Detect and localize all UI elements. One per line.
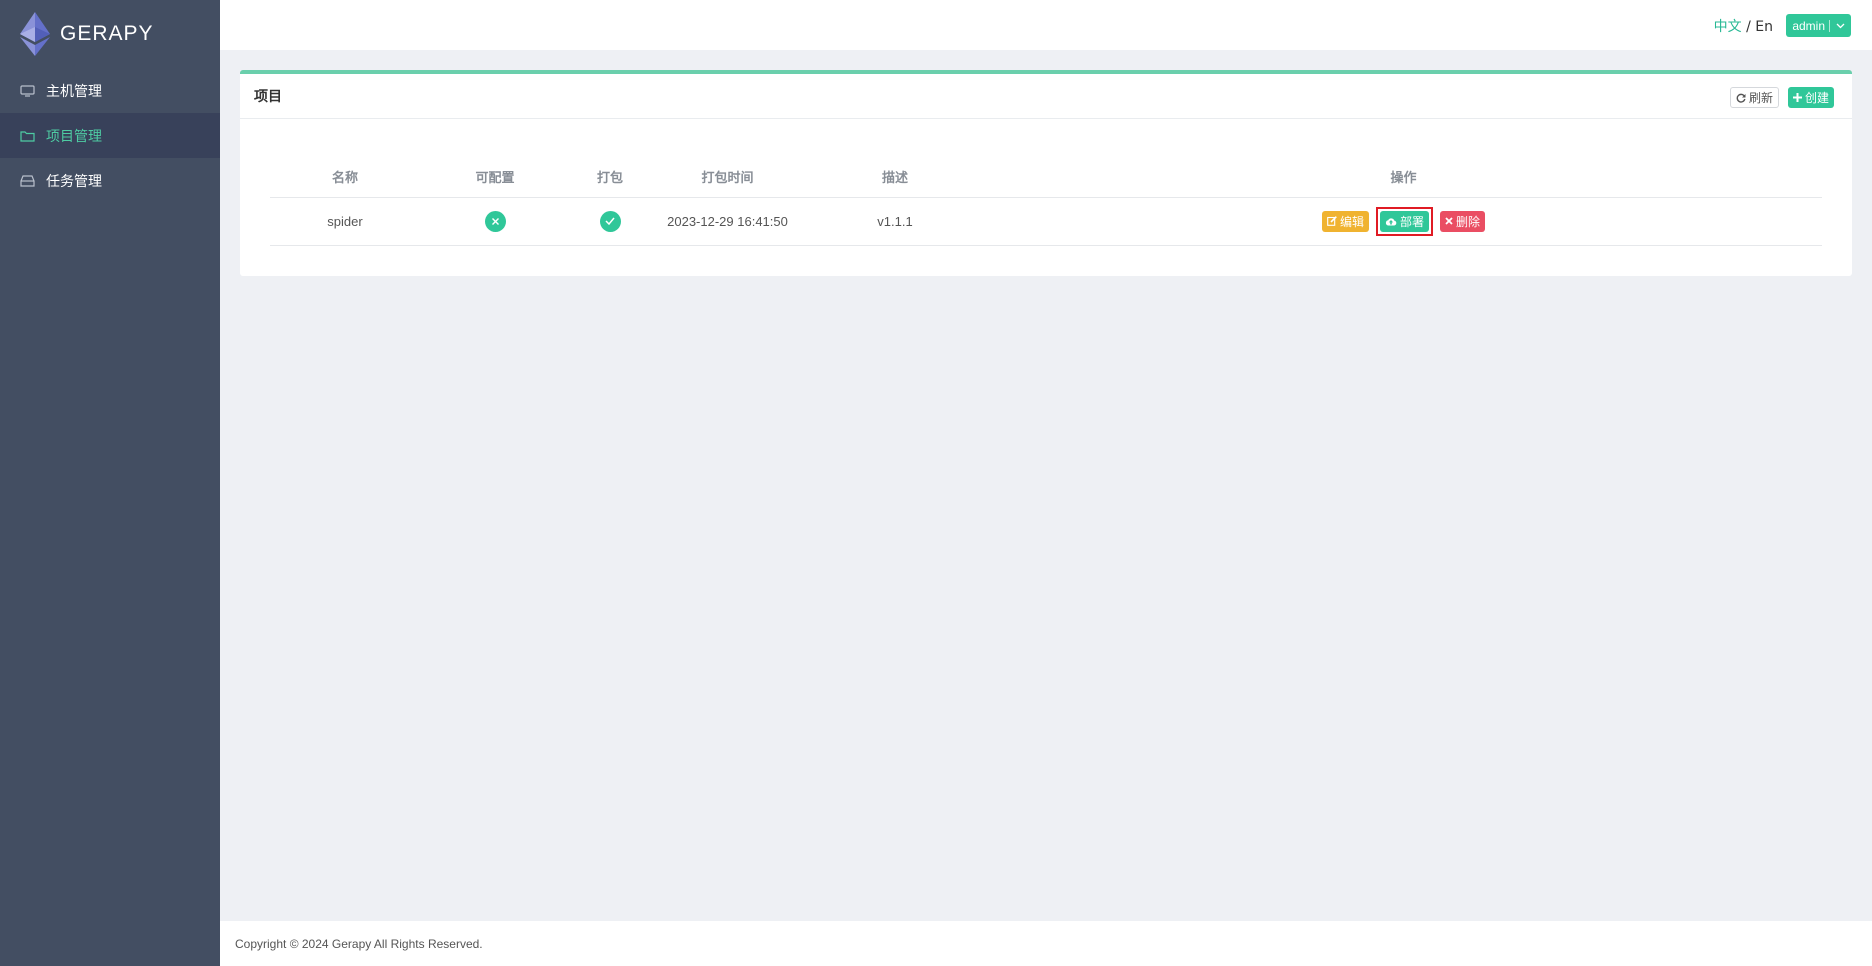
sidebar: GERAPY 主机管理 项目管理 任务管理: [0, 0, 220, 966]
sidebar-item-label: 任务管理: [46, 173, 102, 190]
table-header-row: 名称 可配置 打包 打包时间 描述 操作: [270, 157, 1822, 198]
row-actions: 编辑 部署 删除: [1321, 206, 1486, 236]
refresh-button[interactable]: 刷新: [1729, 87, 1779, 108]
inbox-icon: [20, 174, 35, 187]
refresh-label: 刷新: [1748, 91, 1773, 105]
sidebar-item-label: 项目管理: [46, 128, 102, 145]
check-circle-icon: [599, 210, 621, 232]
brand-name: GERAPY: [60, 22, 154, 45]
sidebar-item-label: 主机管理: [46, 83, 102, 100]
header-actions: 刷新 创建: [1729, 87, 1834, 108]
column-header-configurable: 可配置: [420, 157, 570, 198]
sidebar-item-projects[interactable]: 项目管理: [0, 113, 220, 158]
column-header-name: 名称: [270, 157, 420, 198]
footer: Copyright © 2024 Gerapy All Rights Reser…: [220, 921, 1872, 966]
built-at-cell: 2023-12-29 16:41:50: [650, 197, 805, 246]
deploy-label: 部署: [1399, 214, 1424, 229]
user-menu-button[interactable]: admin: [1786, 14, 1851, 37]
actions-cell: 编辑 部署 删除: [985, 197, 1822, 246]
edit-button[interactable]: 编辑: [1321, 210, 1369, 232]
lang-zh-link[interactable]: 中文: [1714, 19, 1742, 35]
ethereum-logo-icon: [20, 12, 50, 56]
page-title: 项目: [254, 89, 282, 105]
column-header-description: 描述: [805, 157, 985, 198]
sidebar-item-tasks[interactable]: 任务管理: [0, 158, 220, 203]
column-header-built-at: 打包时间: [650, 157, 805, 198]
monitor-icon: [20, 84, 35, 97]
folder-icon: [20, 130, 35, 142]
deploy-highlight: 部署: [1375, 206, 1433, 236]
description-cell: v1.1.1: [805, 197, 985, 246]
chevron-down-icon: [1836, 23, 1845, 28]
delete-label: 删除: [1456, 214, 1481, 229]
projects-card: 项目 刷新 创建 名称 可配置 打包 打包时间 描述 操作 spider 202…: [240, 70, 1852, 276]
create-button[interactable]: 创建: [1787, 87, 1834, 108]
cloud-upload-icon: [1385, 217, 1397, 226]
create-label: 创建: [1804, 91, 1829, 105]
brand[interactable]: GERAPY: [0, 0, 220, 68]
table-row: spider 2023-12-29 16:41:50 v1.1.1 编辑 部署 …: [270, 197, 1822, 246]
project-name-cell: spider: [270, 197, 420, 246]
user-name: admin: [1792, 18, 1825, 33]
delete-button[interactable]: 删除: [1440, 210, 1486, 232]
plus-icon: [1792, 93, 1802, 102]
column-header-packaged: 打包: [570, 157, 650, 198]
edit-label: 编辑: [1339, 214, 1364, 229]
column-header-actions: 操作: [985, 157, 1822, 198]
card-header: 项目 刷新 创建: [240, 74, 1852, 119]
configurable-cell: [420, 197, 570, 246]
copyright-text: Copyright © 2024 Gerapy All Rights Reser…: [235, 936, 483, 951]
sidebar-item-hosts[interactable]: 主机管理: [0, 68, 220, 113]
user-menu-divider: [1829, 19, 1830, 32]
lang-separator: /: [1741, 19, 1756, 35]
deploy-button[interactable]: 部署: [1379, 210, 1429, 232]
top-bar: 中文 / En admin: [220, 0, 1872, 50]
edit-icon: [1327, 216, 1337, 226]
language-switcher: 中文 / En: [1714, 16, 1773, 36]
refresh-icon: [1736, 93, 1746, 103]
lang-en-link[interactable]: En: [1755, 19, 1773, 35]
x-circle-icon: [484, 210, 506, 232]
packaged-cell: [570, 197, 650, 246]
close-icon: [1445, 217, 1453, 225]
projects-table: 名称 可配置 打包 打包时间 描述 操作 spider 2023-12-29 1…: [270, 157, 1822, 246]
